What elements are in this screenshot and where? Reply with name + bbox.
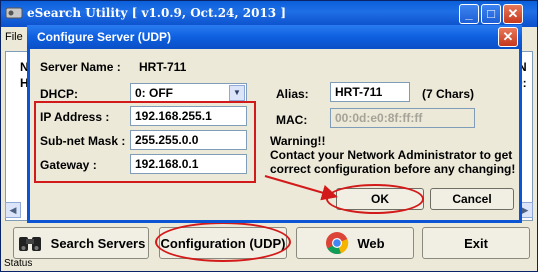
annotation-arrow: [264, 175, 338, 201]
